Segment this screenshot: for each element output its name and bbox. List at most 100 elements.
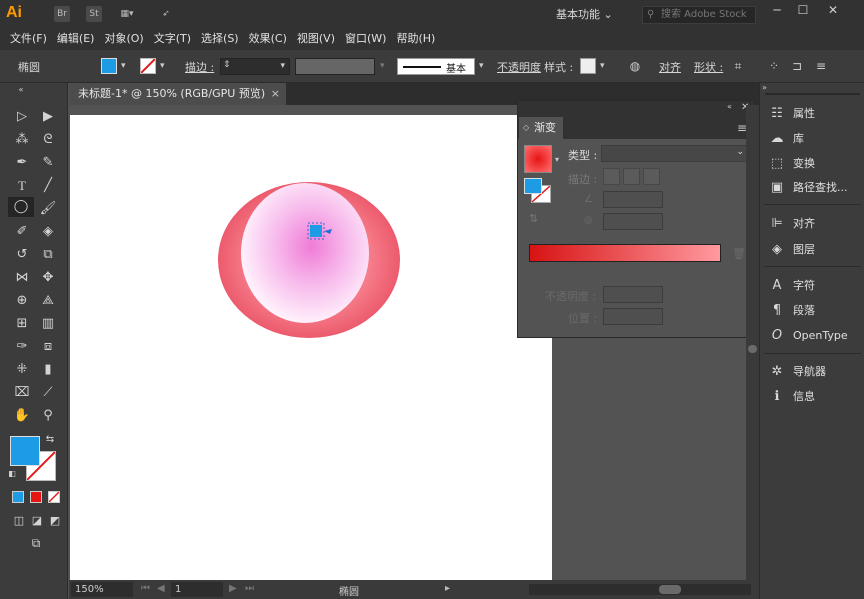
shape-builder-tool-icon[interactable]: ⊕ (11, 291, 33, 311)
scroll-thumb[interactable] (659, 585, 681, 594)
color-mode-button[interactable] (12, 491, 24, 503)
perspective-grid-tool-icon[interactable]: ⟁ (37, 291, 59, 311)
menu-effect[interactable]: 效果(C) (244, 29, 292, 50)
workspace-switcher[interactable]: 基本功能 ⌄ (556, 6, 630, 24)
artboard-number-field[interactable]: 1 (171, 582, 223, 597)
stop-opacity-field[interactable] (603, 286, 663, 303)
dock-item-pathfinder[interactable]: ▣ 路径查找... (760, 176, 864, 200)
menu-type[interactable]: 文字(T) (149, 29, 196, 50)
collapse-icon[interactable]: « (727, 102, 732, 111)
collapse-icon[interactable]: « (10, 85, 32, 95)
align-label[interactable]: 对齐 (659, 59, 681, 75)
chevron-down-icon[interactable]: ▾ (555, 155, 559, 164)
type-tool-icon[interactable]: T (11, 176, 33, 196)
eraser-tool-icon[interactable]: ◈ (37, 222, 59, 242)
status-menu-icon[interactable]: ▸ (445, 583, 450, 594)
gradient-mode-button[interactable] (30, 491, 42, 503)
default-fill-stroke-icon[interactable]: ◧ (6, 468, 18, 480)
inner-ellipse[interactable] (241, 183, 369, 323)
slice-tool-icon[interactable]: ⟋ (37, 383, 59, 403)
shaper-tool-icon[interactable]: ✐ (11, 222, 33, 242)
dock-item-navigator[interactable]: ✲ 导航器 (760, 360, 864, 384)
none-mode-button[interactable] (48, 491, 60, 503)
paintbrush-tool-icon[interactable]: 🖌 (37, 199, 59, 219)
arrange-documents-icon[interactable]: ▦▾ (116, 6, 138, 22)
symbol-sprayer-tool-icon[interactable]: ⁜ (11, 360, 33, 380)
magic-wand-tool-icon[interactable]: ⁂ (11, 130, 33, 150)
brush-definition-dropdown[interactable]: 基本 (397, 58, 475, 75)
isolate-icon[interactable]: ⊐ (790, 59, 804, 73)
panel-menu-icon[interactable]: ≡ (814, 59, 828, 73)
pen-tool-icon[interactable]: ✒ (11, 153, 33, 173)
stroke-label[interactable]: 描边 : (185, 59, 214, 75)
artboard-tool-icon[interactable]: ⌧ (11, 383, 33, 403)
stroke-weight-field[interactable]: ⇕ ▾ (220, 58, 290, 75)
blend-tool-icon[interactable]: ⧈ (37, 337, 59, 357)
fill-swatch[interactable] (101, 58, 117, 74)
line-tool-icon[interactable]: ╱ (37, 176, 59, 196)
chevron-down-icon[interactable]: ▾ (121, 61, 126, 71)
mesh-tool-icon[interactable]: ⊞ (11, 314, 33, 334)
vertical-scrollbar[interactable] (746, 105, 759, 580)
gradient-type-select[interactable]: ⌄ (601, 145, 749, 162)
angle-field[interactable] (603, 191, 663, 208)
lasso-tool-icon[interactable]: ᘓ (37, 130, 59, 150)
variable-width-profile[interactable] (295, 58, 375, 75)
last-artboard-icon[interactable]: ⏭ (245, 583, 254, 594)
stroke-along-button[interactable] (623, 168, 640, 185)
opacity-label[interactable]: 不透明度 (497, 59, 541, 75)
direct-selection-tool-icon[interactable]: ▶ (37, 107, 59, 127)
stock-search-input[interactable]: ⚲ 搜索 Adobe Stock (642, 6, 756, 24)
scale-tool-icon[interactable]: ⧉ (37, 245, 59, 265)
aspect-ratio-field[interactable] (603, 213, 663, 230)
chevron-down-icon[interactable]: ▾ (600, 61, 605, 71)
fill-indicator[interactable] (524, 178, 542, 194)
horizontal-scrollbar[interactable] (529, 584, 751, 595)
menu-object[interactable]: 对象(O) (99, 29, 148, 50)
arrange-icon[interactable]: ⁘ (767, 59, 781, 73)
rotate-tool-icon[interactable]: ↺ (11, 245, 33, 265)
eyedropper-tool-icon[interactable]: ✑ (11, 337, 33, 357)
menu-view[interactable]: 视图(V) (292, 29, 340, 50)
gradient-slider[interactable] (529, 244, 721, 262)
hand-tool-icon[interactable]: ✋ (11, 406, 33, 426)
dock-item-align[interactable]: ⊫ 对齐 (760, 212, 864, 236)
graphic-style-swatch[interactable] (580, 58, 596, 74)
next-artboard-icon[interactable]: ▶ (229, 583, 237, 594)
dock-item-layers[interactable]: ◈ 图层 (760, 238, 864, 262)
zoom-tool-icon[interactable]: ⚲ (37, 406, 59, 426)
chevron-down-icon[interactable]: ▾ (479, 61, 484, 71)
fill-color-box[interactable] (10, 436, 40, 466)
stroke-within-button[interactable] (603, 168, 620, 185)
expand-icon[interactable]: ◇ (523, 117, 529, 139)
transform-box-icon[interactable]: ⌗ (731, 59, 745, 73)
zoom-field[interactable]: 150% (71, 582, 133, 597)
chevron-down-icon[interactable]: ▾ (280, 61, 285, 71)
gradient-preview-swatch[interactable] (524, 145, 552, 173)
document-tab[interactable]: 未标题-1* @ 150% (RGB/GPU 预览) × (69, 83, 286, 105)
width-tool-icon[interactable]: ⋈ (11, 268, 33, 288)
dock-item-opentype[interactable]: O OpenType (760, 324, 864, 348)
dock-item-info[interactable]: ℹ 信息 (760, 385, 864, 409)
curvature-tool-icon[interactable]: ✎ (37, 153, 59, 173)
dock-item-paragraph[interactable]: ¶ 段落 (760, 299, 864, 323)
trash-icon[interactable]: 🗑 (732, 247, 746, 260)
puppet-warp-tool-icon[interactable]: ✥ (37, 268, 59, 288)
swap-fill-stroke-icon[interactable]: ⇆ (43, 433, 57, 447)
dock-item-libraries[interactable]: ☁ 库 (760, 127, 864, 151)
stop-location-field[interactable] (603, 308, 663, 325)
stroke-across-button[interactable] (643, 168, 660, 185)
menu-file[interactable]: 文件(F) (5, 29, 52, 50)
close-button[interactable]: ✕ (820, 2, 846, 18)
artboard[interactable] (70, 115, 552, 580)
dock-item-character[interactable]: A 字符 (760, 274, 864, 298)
column-graph-tool-icon[interactable]: ▮ (37, 360, 59, 380)
prev-artboard-icon[interactable]: ◀ (157, 583, 165, 594)
recolor-artwork-icon[interactable]: ◍ (628, 59, 642, 73)
menu-select[interactable]: 选择(S) (196, 29, 244, 50)
close-tab-icon[interactable]: × (271, 83, 280, 105)
ellipse-tool-icon[interactable]: ◯ (8, 197, 34, 217)
collapse-icon[interactable]: » (762, 83, 767, 92)
scroll-thumb[interactable] (748, 345, 757, 353)
dock-item-transform[interactable]: ⬚ 变换 (760, 152, 864, 176)
